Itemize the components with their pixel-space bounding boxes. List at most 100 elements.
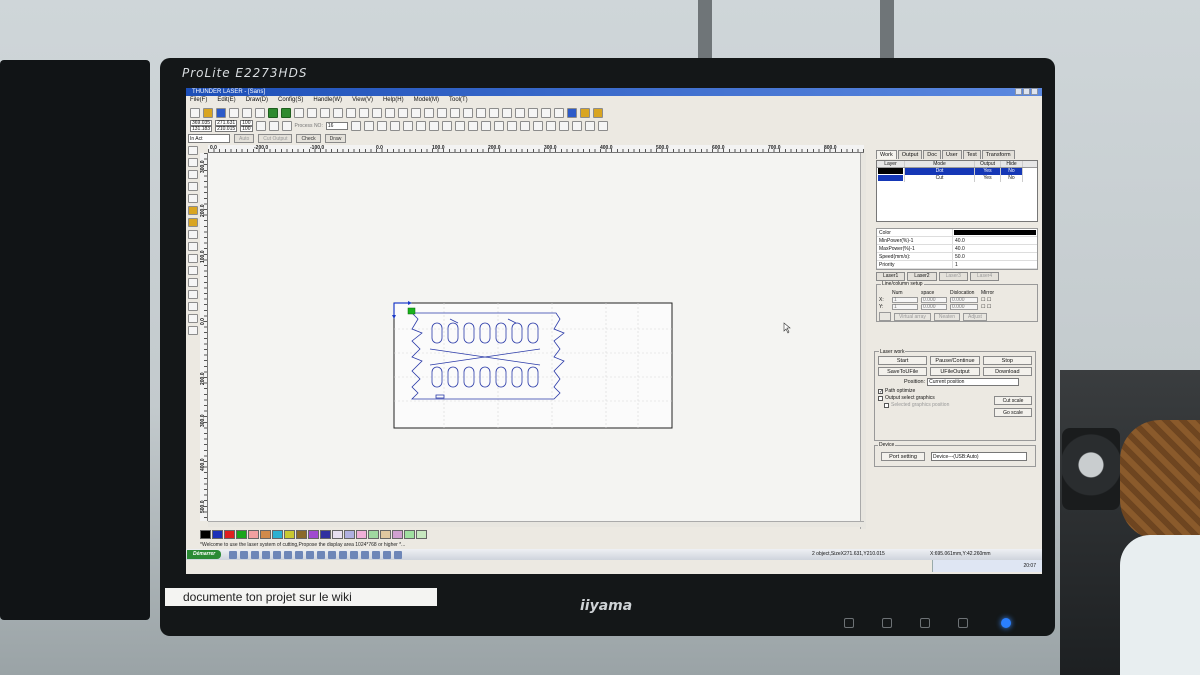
align-center-icon[interactable] (402, 121, 413, 131)
grid-icon[interactable] (580, 108, 590, 118)
distribute-icon[interactable] (502, 108, 512, 118)
path-optimize-row[interactable]: ✓ Path optimize (878, 388, 1032, 395)
menu-tool[interactable]: Tool(T) (449, 96, 468, 105)
prop-value[interactable]: 40.0 (953, 245, 1037, 252)
ufile-output-button[interactable]: UFileOutput (930, 367, 980, 376)
move-tl-icon[interactable] (493, 121, 504, 131)
pause-continue-button[interactable]: Pause/Continue (930, 356, 980, 365)
bitmap-icon[interactable] (424, 108, 434, 118)
apply-icon[interactable] (268, 121, 279, 131)
same-height-icon[interactable] (428, 121, 439, 131)
color-swatch[interactable] (212, 530, 223, 539)
clock[interactable]: 20:07 (1023, 563, 1036, 569)
prop-row[interactable]: Color (877, 229, 1037, 237)
minimize-button[interactable] (1015, 88, 1022, 95)
mirror-h-icon[interactable] (454, 121, 465, 131)
tab-test[interactable]: Test (962, 150, 981, 159)
color-swatch[interactable] (308, 530, 319, 539)
close-button[interactable] (1031, 88, 1038, 95)
lock-icon[interactable] (255, 121, 266, 131)
menu-view[interactable]: View(V) (352, 96, 373, 105)
monitor-button[interactable] (920, 618, 930, 628)
color-swatch[interactable] (380, 530, 391, 539)
zoom-fit-icon[interactable] (359, 108, 369, 118)
layer-select[interactable]: In Act (188, 134, 230, 143)
monitor-button[interactable] (958, 618, 968, 628)
align-bottom-icon[interactable] (389, 121, 400, 131)
color-swatch[interactable] (368, 530, 379, 539)
image-tool-icon[interactable] (188, 242, 198, 251)
tab-laser1[interactable]: Laser1 (876, 272, 906, 281)
app-icon[interactable] (284, 550, 293, 559)
color-swatch[interactable] (224, 530, 235, 539)
move-br-icon[interactable] (519, 121, 530, 131)
bmp-icon[interactable] (450, 108, 460, 118)
app-icon[interactable] (317, 550, 326, 559)
tab-transform[interactable]: Transform (981, 150, 1015, 159)
tab-doc[interactable]: Doc (923, 150, 942, 159)
cross-tool-icon[interactable] (188, 266, 198, 275)
y-field[interactable]: 131.183 (190, 126, 213, 132)
layer-output[interactable]: Yes (975, 168, 1001, 175)
color-swatch[interactable] (320, 530, 331, 539)
zoom-page-icon[interactable] (333, 108, 343, 118)
menu-model[interactable]: Model(M) (414, 96, 439, 105)
node-tool-icon[interactable] (188, 158, 198, 167)
color-swatch[interactable] (272, 530, 283, 539)
tab-laser2[interactable]: Laser2 (907, 272, 937, 281)
save-to-ufile-button[interactable]: SaveToUFile (878, 367, 928, 376)
triangle-tool-icon[interactable] (188, 302, 198, 311)
selected-position-checkbox[interactable] (884, 403, 889, 408)
y-dislocation-field[interactable]: 0.000 (950, 304, 978, 310)
line-tool-icon[interactable] (188, 170, 198, 179)
same-size-icon[interactable] (441, 121, 452, 131)
output-select-checkbox[interactable] (878, 396, 883, 401)
draw-button[interactable]: Draw (324, 134, 347, 143)
cut-scale-button[interactable]: Cut scale (994, 396, 1032, 405)
stop-button[interactable]: Stop (982, 356, 1032, 365)
color-swatch[interactable] (248, 530, 259, 539)
array-icon[interactable] (476, 108, 486, 118)
color-swatch[interactable] (392, 530, 403, 539)
app-icon[interactable] (295, 550, 304, 559)
move-bl-icon[interactable] (532, 121, 543, 131)
layer-hide[interactable]: No (1001, 175, 1023, 182)
vertical-scrollbar[interactable] (860, 153, 866, 529)
monitor-button[interactable] (844, 618, 854, 628)
color-swatch[interactable] (284, 530, 295, 539)
app-icon[interactable] (339, 550, 348, 559)
zoom-select-icon[interactable] (346, 108, 356, 118)
open-file-icon[interactable] (203, 108, 213, 118)
neaten-button[interactable]: Neaten (933, 312, 960, 321)
layer-hide[interactable]: No (1001, 168, 1023, 175)
prop-value[interactable]: 1 (953, 261, 1037, 268)
point-tool-icon[interactable] (188, 254, 198, 263)
undo-icon[interactable] (268, 108, 278, 118)
new-file-icon[interactable] (190, 108, 200, 118)
align-right-icon[interactable] (363, 121, 374, 131)
rotate-icon[interactable] (281, 121, 292, 131)
v-dist-icon[interactable] (571, 121, 582, 131)
start-button[interactable]: Start (878, 356, 928, 365)
x-num-field[interactable]: 1 (892, 297, 918, 303)
node-edit-icon[interactable] (411, 108, 421, 118)
mirror-v-icon[interactable] (467, 121, 478, 131)
menu-draw[interactable]: Draw(D) (246, 96, 268, 105)
delete-tool-icon[interactable] (188, 290, 198, 299)
array-grid-icon[interactable] (879, 312, 891, 321)
zoom-all-icon[interactable] (372, 108, 382, 118)
zoom-in-icon[interactable] (307, 108, 317, 118)
menu-file[interactable]: File(F) (190, 96, 207, 105)
zoom-icon[interactable] (294, 108, 304, 118)
color-swatch[interactable] (260, 530, 271, 539)
bottom-dist-icon[interactable] (597, 121, 608, 131)
go-scale-button[interactable]: Go scale (994, 408, 1032, 417)
monitor-icon[interactable] (567, 108, 577, 118)
port-setting-button[interactable]: Port setting (881, 452, 925, 461)
y-num-field[interactable]: 1 (892, 304, 918, 310)
y-space-field[interactable]: 0.000 (921, 304, 947, 310)
fill-icon[interactable] (463, 108, 473, 118)
size-icon[interactable] (515, 108, 525, 118)
tab-laser3[interactable]: Laser3 (938, 272, 968, 281)
color-swatch[interactable] (200, 530, 211, 539)
